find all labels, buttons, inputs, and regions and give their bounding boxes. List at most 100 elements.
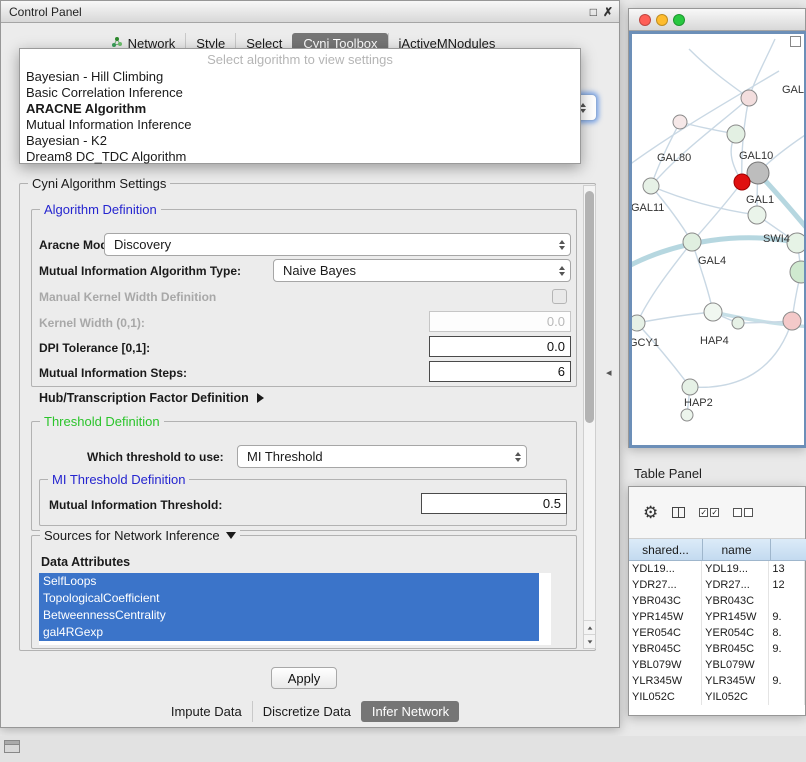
algorithm-option[interactable]: ARACNE Algorithm (20, 101, 580, 117)
algorithm-option[interactable]: Basic Correlation Inference (20, 85, 580, 101)
table-toolbar: ⚙ ✓ ✓ (629, 487, 805, 539)
network-view-window: GAL8GAL80GAL10GAL11GAL1SWI4GAL4GCY1HAP4H… (628, 8, 806, 448)
column-header[interactable]: name (703, 539, 771, 561)
network-node[interactable] (783, 312, 801, 330)
kernel-width-field[interactable] (429, 311, 571, 332)
mi-threshold-label: Mutual Information Threshold: (49, 498, 222, 512)
tab-label: Discretize Data (263, 704, 351, 719)
node-label: HAP4 (700, 335, 729, 347)
minimized-panel-icon[interactable] (4, 740, 20, 753)
bottom-strip (0, 736, 806, 762)
hub-definition-label: Hub/Transcription Factor Definition (39, 391, 249, 405)
network-node[interactable] (682, 379, 698, 395)
hide-columns-icon[interactable] (733, 508, 753, 517)
minimize-button[interactable] (656, 14, 668, 26)
network-node[interactable] (732, 317, 744, 329)
tab-infer-network[interactable]: Infer Network (361, 701, 459, 722)
manual-kernel-checkbox[interactable] (552, 289, 567, 304)
column-header[interactable] (771, 539, 806, 561)
columns-icon[interactable] (672, 507, 685, 518)
table-row[interactable]: YER054CYER054C8. (629, 625, 805, 641)
gear-icon[interactable]: ⚙ (643, 503, 658, 523)
network-node[interactable] (741, 90, 757, 106)
attribute-item[interactable]: BetweennessCentrality (39, 607, 539, 624)
node-label: GAL1 (746, 194, 774, 206)
network-window-titlebar[interactable] (629, 9, 805, 31)
table-row[interactable]: YDR27...YDR27...12 (629, 577, 805, 593)
algorithm-option[interactable]: Bayesian - K2 (20, 133, 580, 149)
table-cell: YBR043C (702, 593, 769, 609)
algorithm-option[interactable]: Bayesian - Hill Climbing (20, 69, 580, 85)
cyni-bottom-tabs: Impute Data Discretize Data Infer Network (1, 699, 619, 723)
sources-title[interactable]: Sources for Network Inference (40, 528, 240, 543)
mi-type-select[interactable]: Naive Bayes (273, 259, 571, 282)
close-window-icon[interactable]: ✗ (603, 5, 613, 19)
table-cell: YBR045C (629, 641, 702, 657)
zoom-button[interactable] (673, 14, 685, 26)
which-threshold-select[interactable]: MI Threshold (237, 445, 527, 468)
network-node[interactable] (727, 125, 745, 143)
algorithm-option[interactable]: Mutual Information Inference (20, 117, 580, 133)
window-traffic-lights (639, 14, 685, 26)
tab-discretize-data[interactable]: Discretize Data (252, 701, 361, 722)
dpi-tolerance-label: DPI Tolerance [0,1]: (39, 341, 150, 355)
attribute-item[interactable]: TopologicalCoefficient (39, 590, 539, 607)
checkbox-checked-icon: ✓ (699, 508, 708, 517)
network-node[interactable] (632, 315, 645, 331)
tab-impute-data[interactable]: Impute Data (161, 701, 252, 722)
mi-type-value: Naive Bayes (283, 263, 356, 278)
scroll-up-icon[interactable] (584, 620, 595, 634)
mi-threshold-field[interactable] (421, 493, 567, 514)
node-label: GAL8 (782, 84, 804, 96)
table-panel-window: ⚙ ✓ ✓ shared...name YDL19...YDL19...13YD… (628, 486, 806, 716)
attribute-item[interactable]: SelfLoops (39, 573, 539, 590)
dpi-tolerance-field[interactable] (429, 336, 571, 357)
attribute-item[interactable]: gal4RGexp (39, 624, 539, 641)
table-row[interactable]: YBR045CYBR045C9. (629, 641, 805, 657)
algorithm-option[interactable]: Dream8 DC_TDC Algorithm (20, 149, 580, 165)
scroll-down-icon[interactable] (584, 634, 595, 648)
network-node[interactable] (734, 174, 750, 190)
table-body: YDL19...YDL19...13YDR27...YDR27...12YBR0… (629, 561, 805, 715)
node-label: SWI4 (763, 233, 790, 245)
settings-scrollbar-thumb[interactable] (585, 191, 594, 423)
network-node[interactable] (643, 178, 659, 194)
network-node[interactable] (704, 303, 722, 321)
show-selected-columns-icon[interactable]: ✓ ✓ (699, 508, 719, 517)
table-panel-title: Table Panel (634, 466, 702, 481)
table-row[interactable]: YBR043CYBR043C (629, 593, 805, 609)
table-cell: YIL052C (702, 689, 769, 705)
window-title: Control Panel (9, 5, 82, 19)
column-header[interactable]: shared... (629, 539, 703, 561)
manual-kernel-label: Manual Kernel Width Definition (39, 290, 216, 304)
network-node[interactable] (790, 261, 804, 283)
network-canvas[interactable]: GAL8GAL80GAL10GAL11GAL1SWI4GAL4GCY1HAP4H… (629, 31, 806, 448)
table-cell: YLR345W (702, 673, 769, 689)
network-node[interactable] (673, 115, 687, 129)
table-cell: YDL19... (629, 561, 702, 577)
table-row[interactable]: YIL052CYIL052C (629, 689, 805, 705)
table-row[interactable]: YBL079WYBL079W (629, 657, 805, 673)
splitter-collapse-icon[interactable]: ◂ (606, 366, 612, 379)
node-label: GCY1 (632, 337, 659, 349)
hub-definition-toggle[interactable]: Hub/Transcription Factor Definition (39, 391, 264, 405)
algorithm-definition-title: Algorithm Definition (40, 202, 161, 217)
node-label: HAP2 (684, 397, 713, 409)
aracne-mode-select[interactable]: Discovery (104, 233, 571, 256)
disclosure-right-icon (257, 393, 264, 403)
table-cell: YBR043C (629, 593, 702, 609)
close-button[interactable] (639, 14, 651, 26)
table-row[interactable]: YPR145WYPR145W9. (629, 609, 805, 625)
birdseye-toggle[interactable] (790, 36, 801, 47)
table-row[interactable]: YLR345WYLR345W9. (629, 673, 805, 689)
mi-steps-field[interactable] (429, 361, 571, 382)
float-window-icon[interactable]: □ (590, 5, 597, 19)
apply-button[interactable]: Apply (271, 667, 337, 689)
settings-scrollbar[interactable] (583, 185, 596, 649)
table-cell: YPR145W (629, 609, 702, 625)
control-panel-titlebar[interactable]: Control Panel □ ✗ (1, 1, 619, 23)
network-node[interactable] (683, 233, 701, 251)
table-row[interactable]: YDL19...YDL19...13 (629, 561, 805, 577)
network-node[interactable] (681, 409, 693, 421)
network-node[interactable] (748, 206, 766, 224)
